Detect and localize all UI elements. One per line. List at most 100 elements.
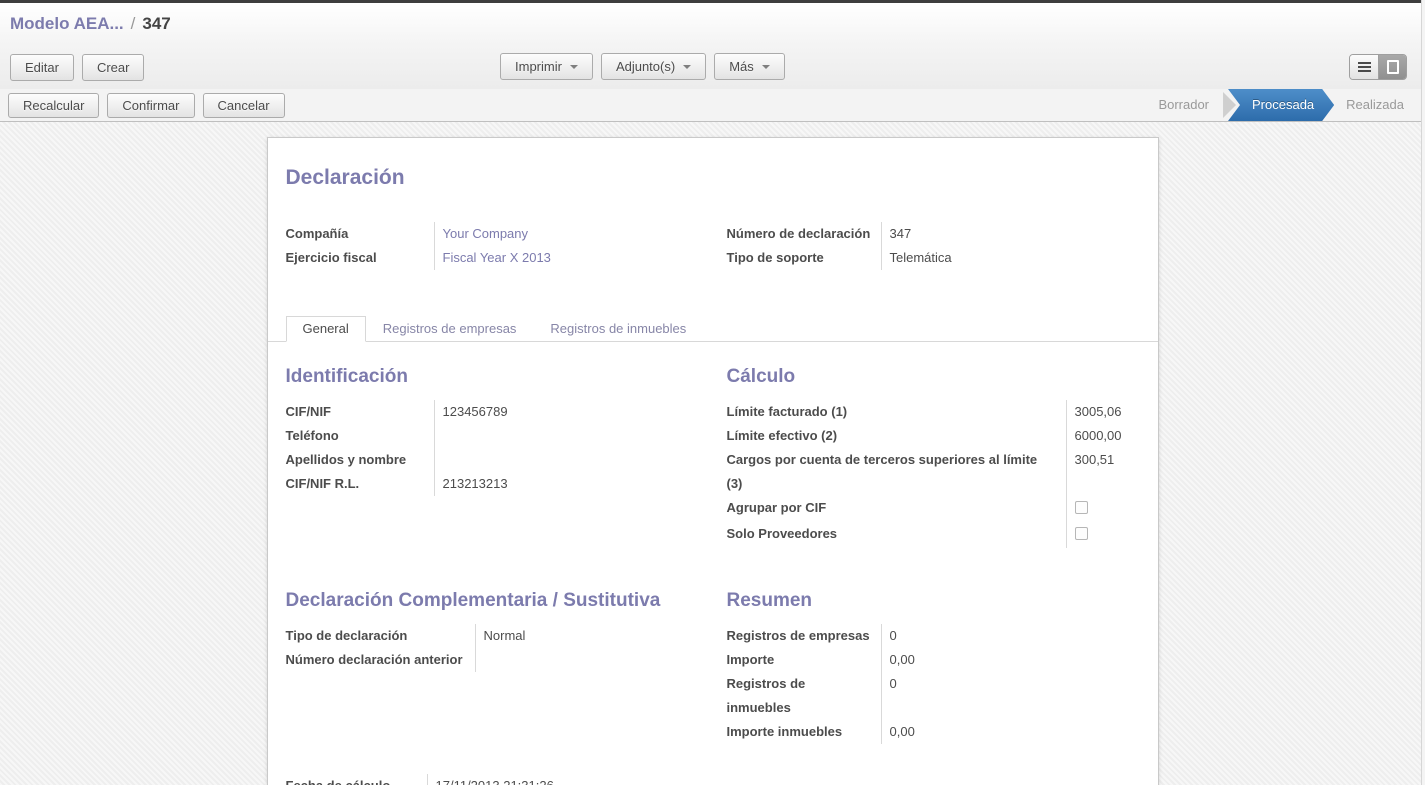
- field-label: Registros de inmuebles: [727, 672, 882, 720]
- field-value: 0,00: [882, 648, 915, 672]
- breadcrumb-parent[interactable]: Modelo AEA...: [10, 14, 124, 34]
- field-value: 123456789: [435, 400, 508, 424]
- field-numero-declaracion: Número de declaración 347: [727, 222, 1140, 246]
- field-telefono: Teléfono: [286, 424, 699, 448]
- field-label: Agrupar por CIF: [727, 496, 1067, 522]
- status-borrador: Borrador: [1146, 89, 1221, 121]
- cancel-button[interactable]: Cancelar: [203, 93, 285, 118]
- status-realizada: Realizada: [1334, 89, 1416, 121]
- tab-general[interactable]: General: [286, 316, 366, 342]
- field-compania: Compañía Your Company: [286, 222, 699, 246]
- field-value: 0: [882, 672, 897, 720]
- field-registros-de-inmuebles: Registros de inmuebles 0: [727, 672, 1140, 720]
- fiscal-year-link[interactable]: Fiscal Year X 2013: [435, 246, 551, 270]
- statusbar: Borrador Procesada Realizada: [1146, 89, 1416, 121]
- field-cargos-terceros: Cargos por cuenta de terceros superiores…: [727, 448, 1140, 496]
- field-label: Solo Proveedores: [727, 522, 1067, 548]
- calc-date-block: Fecha de cálculo 17/11/2013 21:31:26: [286, 774, 1140, 785]
- field-label: Número declaración anterior: [286, 648, 476, 672]
- field-label: Límite efectivo (2): [727, 424, 1067, 448]
- field-cif-nif: CIF/NIF 123456789: [286, 400, 699, 424]
- field-value: 0: [882, 624, 897, 648]
- attachments-label: Adjunto(s): [616, 59, 675, 74]
- field-importe: Importe 0,00: [727, 648, 1140, 672]
- field-value: 6000,00: [1067, 424, 1122, 448]
- attachments-dropdown-button[interactable]: Adjunto(s): [601, 53, 706, 80]
- section-row-1: Identificación CIF/NIF 123456789 Teléfon…: [286, 366, 1140, 548]
- field-label: Registros de empresas: [727, 624, 882, 648]
- field-label: CIF/NIF R.L.: [286, 472, 435, 496]
- more-label: Más: [729, 59, 754, 74]
- field-value: 0,00: [882, 720, 915, 744]
- print-dropdown-button[interactable]: Imprimir: [500, 53, 593, 80]
- field-label: Importe inmuebles: [727, 720, 882, 744]
- field-label: Ejercicio fiscal: [286, 246, 435, 270]
- field-ejercicio-fiscal: Ejercicio fiscal Fiscal Year X 2013: [286, 246, 699, 270]
- field-cif-nif-rl: CIF/NIF R.L. 213213213: [286, 472, 699, 496]
- field-label: Teléfono: [286, 424, 435, 448]
- field-value: [435, 448, 443, 472]
- field-label: Límite facturado (1): [727, 400, 1067, 424]
- field-label: CIF/NIF: [286, 400, 435, 424]
- section-title-identificacion: Identificación: [286, 366, 699, 388]
- tab-registros-de-inmuebles[interactable]: Registros de inmuebles: [533, 316, 703, 342]
- print-label: Imprimir: [515, 59, 562, 74]
- field-limite-efectivo: Límite efectivo (2) 6000,00: [727, 424, 1140, 448]
- edit-button[interactable]: Editar: [10, 54, 74, 81]
- field-tipo-soporte: Tipo de soporte Telemática: [727, 246, 1140, 270]
- field-value: 213213213: [435, 472, 508, 496]
- header-fields: Compañía Your Company Ejercicio fiscal F…: [286, 222, 1140, 270]
- agrupar-por-cif-checkbox[interactable]: [1075, 501, 1088, 514]
- breadcrumb-current: 347: [142, 14, 170, 34]
- status-procesada-active: Procesada: [1228, 89, 1334, 121]
- field-tipo-de-declaracion: Tipo de declaración Normal: [286, 624, 699, 648]
- field-value: 300,51: [1067, 448, 1115, 496]
- notebook-tabs: General Registros de empresas Registros …: [268, 316, 1158, 342]
- section-title-resumen: Resumen: [727, 590, 1140, 612]
- field-value: [476, 648, 484, 672]
- breadcrumb-separator: /: [131, 14, 136, 34]
- field-value: Telemática: [882, 246, 952, 270]
- breadcrumb: Modelo AEA... / 347: [0, 3, 1425, 45]
- action-dropdowns: Imprimir Adjunto(s) Más: [500, 53, 793, 80]
- form-icon: [1387, 60, 1399, 74]
- solo-proveedores-checkbox[interactable]: [1075, 527, 1088, 540]
- field-limite-facturado: Límite facturado (1) 3005,06: [727, 400, 1140, 424]
- list-icon: [1358, 62, 1371, 64]
- field-label: Apellidos y nombre: [286, 448, 435, 472]
- field-label: Importe: [727, 648, 882, 672]
- form-sheet: Declaración Compañía Your Company Ejerci…: [267, 137, 1159, 785]
- field-label: Cargos por cuenta de terceros superiores…: [727, 448, 1067, 496]
- company-link[interactable]: Your Company: [435, 222, 529, 246]
- caret-down-icon: [570, 65, 578, 69]
- scrollbar-track[interactable]: [1421, 0, 1425, 785]
- field-solo-proveedores: Solo Proveedores: [727, 522, 1140, 548]
- field-label: Fecha de cálculo: [286, 774, 428, 785]
- field-apellidos-y-nombre: Apellidos y nombre: [286, 448, 699, 472]
- tab-registros-de-empresas[interactable]: Registros de empresas: [366, 316, 534, 342]
- field-value: 3005,06: [1067, 400, 1122, 424]
- field-label: Tipo de declaración: [286, 624, 476, 648]
- field-numero-declaracion-anterior: Número declaración anterior: [286, 648, 699, 672]
- field-label: Compañía: [286, 222, 435, 246]
- view-switcher: [1349, 54, 1407, 80]
- form-view-button[interactable]: [1378, 55, 1406, 79]
- list-view-button[interactable]: [1350, 55, 1378, 79]
- create-button[interactable]: Crear: [82, 54, 145, 81]
- field-value: [435, 424, 443, 448]
- more-dropdown-button[interactable]: Más: [714, 53, 785, 80]
- section-row-2: Declaración Complementaria / Sustitutiva…: [286, 590, 1140, 744]
- form-action-bar: Recalcular Confirmar Cancelar Borrador P…: [0, 89, 1425, 122]
- field-label: Número de declaración: [727, 222, 882, 246]
- field-value: 17/11/2013 21:31:26: [428, 774, 554, 785]
- recalculate-button[interactable]: Recalcular: [8, 93, 99, 118]
- caret-down-icon: [762, 65, 770, 69]
- page-title: Declaración: [286, 166, 1140, 190]
- confirm-button[interactable]: Confirmar: [107, 93, 194, 118]
- field-value: 347: [882, 222, 912, 246]
- section-title-calculo: Cálculo: [727, 366, 1140, 388]
- field-fecha-de-calculo: Fecha de cálculo 17/11/2013 21:31:26: [286, 774, 1140, 785]
- field-value: Normal: [476, 624, 526, 648]
- field-importe-inmuebles: Importe inmuebles 0,00: [727, 720, 1140, 744]
- section-title-complementaria: Declaración Complementaria / Sustitutiva: [286, 590, 699, 612]
